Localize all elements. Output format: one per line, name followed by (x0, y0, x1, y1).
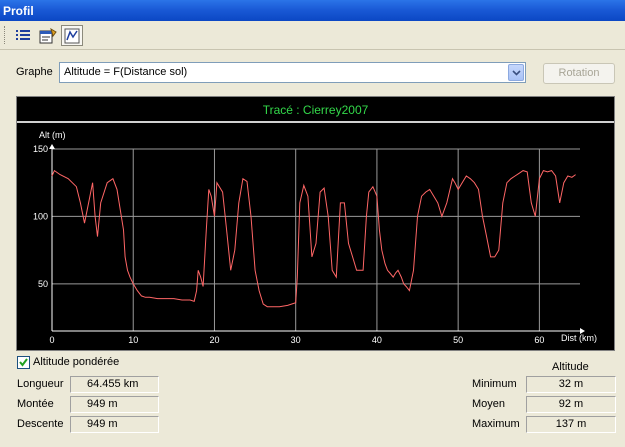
profile-graph-icon[interactable] (61, 25, 83, 46)
profile-chart: Tracé : Cierrey2007 0 10 20 30 40 50 60 50 100 15… (16, 96, 615, 351)
weighted-altitude-label: Altitude pondérée (33, 356, 120, 368)
chart-title: Tracé : Cierrey2007 (17, 97, 614, 123)
ascent-label: Montée (17, 398, 54, 410)
length-label: Longueur (17, 378, 64, 390)
y-axis-arrow-icon (49, 144, 55, 149)
altitude-header: Altitude (552, 361, 589, 373)
x-tick-label: 0 (49, 335, 54, 345)
rotation-button[interactable]: Rotation (543, 63, 615, 84)
x-tick-label: 30 (291, 335, 301, 345)
y-tick-label: 50 (38, 279, 48, 289)
weighted-altitude-checkbox[interactable] (17, 356, 30, 369)
length-value: 64.455 km (70, 376, 159, 393)
minimum-label: Minimum (472, 378, 517, 390)
maximum-label: Maximum (472, 418, 520, 430)
minimum-value: 32 m (526, 376, 616, 393)
x-tick-label: 50 (453, 335, 463, 345)
maximum-value: 137 m (526, 416, 616, 433)
chart-tick-labels: 0 10 20 30 40 50 60 50 100 150 (33, 144, 544, 345)
chevron-down-icon[interactable] (508, 64, 524, 81)
x-tick-label: 60 (534, 335, 544, 345)
x-tick-label: 20 (209, 335, 219, 345)
x-tick-label: 40 (372, 335, 382, 345)
window-titlebar[interactable]: Profil (0, 0, 625, 21)
descent-label: Descente (17, 418, 64, 430)
properties-icon[interactable] (37, 25, 59, 46)
graph-type-select[interactable]: Altitude = F(Distance sol) (59, 62, 526, 83)
ascent-value: 949 m (70, 396, 159, 413)
x-tick-label: 10 (128, 335, 138, 345)
x-axis-label: Dist (km) (561, 333, 597, 343)
graph-label: Graphe (16, 66, 53, 78)
toolbar-grip[interactable] (4, 26, 7, 44)
y-tick-label: 100 (33, 211, 48, 221)
y-axis-label: Alt (m) (39, 130, 66, 140)
average-value: 92 m (526, 396, 616, 413)
toolbar (0, 21, 625, 50)
list-icon[interactable] (12, 25, 34, 46)
altitude-line (51, 169, 576, 308)
chart-axes (49, 144, 585, 334)
window-title: Profil (3, 4, 34, 18)
chart-plot-area: 0 10 20 30 40 50 60 50 100 150 Alt (m) Dist (km) (33, 130, 597, 345)
graph-type-value: Altitude = F(Distance sol) (64, 66, 188, 78)
descent-value: 949 m (70, 416, 159, 433)
y-tick-label: 150 (33, 144, 48, 154)
average-label: Moyen (472, 398, 506, 410)
